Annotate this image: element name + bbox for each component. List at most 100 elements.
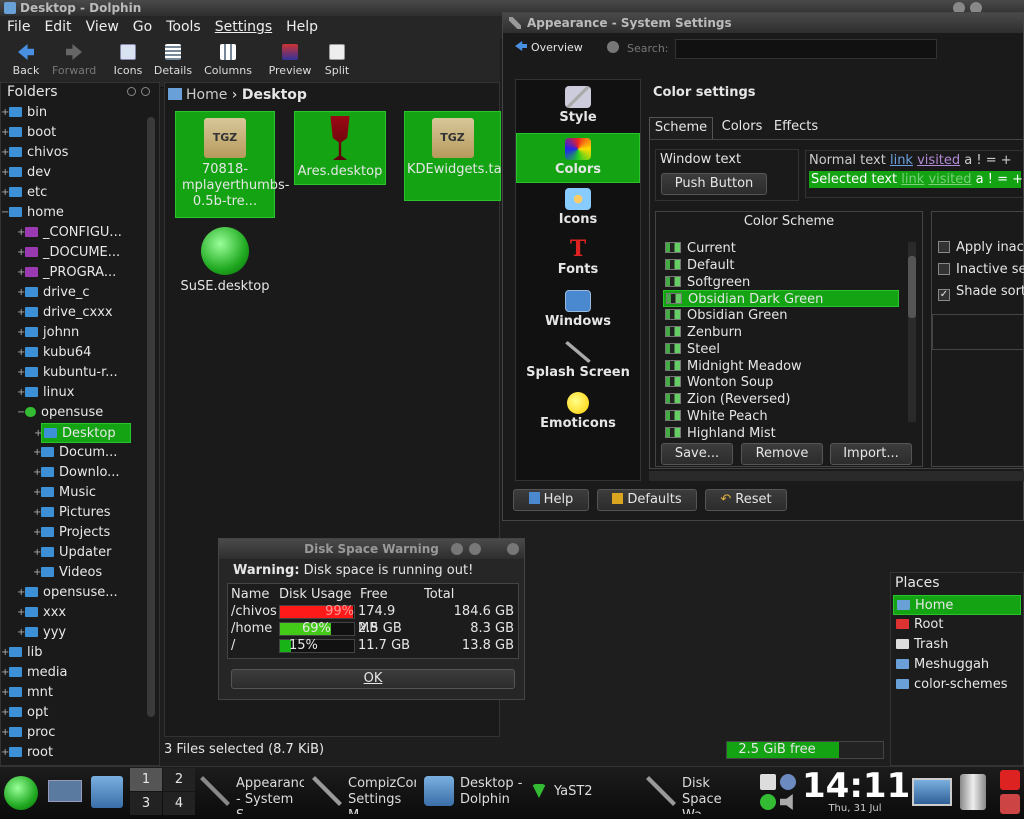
expand-icon[interactable]: +: [1, 743, 9, 763]
scheme-scrollbar[interactable]: [908, 242, 916, 422]
icons-view-button[interactable]: Icons: [110, 40, 146, 77]
expand-icon[interactable]: +: [17, 383, 25, 403]
tab-effects[interactable]: Effects: [769, 117, 823, 139]
expand-icon[interactable]: +: [1, 683, 9, 703]
tab-colors[interactable]: Colors: [717, 117, 767, 139]
shade-sorted-checkbox[interactable]: ✓ Shade sort: [938, 284, 1024, 301]
expand-icon[interactable]: +: [33, 563, 41, 583]
place-item[interactable]: Root: [893, 615, 943, 635]
expand-icon[interactable]: +: [1, 723, 9, 743]
search-input[interactable]: [675, 39, 937, 59]
scheme-item[interactable]: Current: [665, 240, 736, 257]
push-button-preview[interactable]: Push Button: [661, 173, 767, 195]
folder-tree-item[interactable]: + opensuse...: [17, 583, 118, 603]
tab-scheme[interactable]: Scheme: [649, 117, 713, 139]
columns-view-button[interactable]: Columns: [202, 40, 254, 77]
overview-button[interactable]: Overview: [515, 41, 583, 54]
folder-tree-item[interactable]: + xxx: [17, 603, 66, 623]
scheme-item[interactable]: Steel: [665, 341, 720, 358]
expand-icon[interactable]: +: [33, 443, 41, 463]
category-windows[interactable]: Windows: [516, 290, 640, 334]
logout-icon[interactable]: [1000, 794, 1020, 814]
folder-tree-item[interactable]: + chivos: [1, 143, 68, 163]
folder-tree-item[interactable]: + _DOCUME...: [17, 243, 120, 263]
category-style[interactable]: Style: [516, 86, 640, 130]
details-view-button[interactable]: Details: [152, 40, 194, 77]
expand-icon[interactable]: +: [33, 463, 41, 483]
network-icon[interactable]: [780, 774, 796, 790]
place-item[interactable]: Meshuggah: [893, 655, 989, 675]
preview-button[interactable]: Preview: [266, 40, 314, 77]
menu-go[interactable]: Go: [126, 16, 159, 38]
file-manager-icon[interactable]: [91, 776, 123, 808]
category-icons[interactable]: Icons: [516, 188, 640, 232]
menu-tools[interactable]: Tools: [159, 16, 208, 38]
expand-icon[interactable]: +: [17, 323, 25, 343]
back-button[interactable]: Back: [8, 40, 44, 77]
desktop-2[interactable]: 2: [163, 768, 195, 791]
clock[interactable]: 14:11: [802, 766, 910, 806]
expand-icon[interactable]: +: [17, 263, 25, 283]
remove-scheme-button[interactable]: Remove: [741, 443, 823, 465]
folder-tree-item[interactable]: + dev: [1, 163, 51, 183]
expand-icon[interactable]: +: [1, 103, 9, 123]
task-dolphin[interactable]: Desktop - Dolphin: [424, 772, 528, 814]
minimize-icon[interactable]: [469, 543, 481, 555]
task-compizconfig[interactable]: CompizConfig Settings M: [312, 772, 416, 814]
folder-tree-item[interactable]: + proc: [1, 723, 55, 743]
help-button[interactable]: Help: [513, 489, 589, 511]
file-item[interactable]: TGZ KDEwidgets.tar.gz: [404, 111, 525, 201]
folder-tree-item[interactable]: + johnn: [17, 323, 79, 343]
menu-file[interactable]: File: [0, 16, 37, 38]
desktop-3[interactable]: 3: [130, 792, 162, 815]
folders-scrollbar[interactable]: [147, 117, 155, 717]
task-yast[interactable]: YaST2: [532, 772, 632, 814]
forward-button[interactable]: Forward: [52, 40, 96, 77]
expand-icon[interactable]: +: [1, 643, 9, 663]
expand-icon[interactable]: +: [33, 543, 41, 563]
desktop-1[interactable]: 1: [130, 768, 162, 791]
panel-float-icon[interactable]: [127, 87, 136, 96]
file-item[interactable]: Ares.desktop: [294, 111, 386, 185]
folder-tree-item[interactable]: + Updater: [33, 543, 111, 563]
expand-icon[interactable]: +: [17, 283, 25, 303]
category-colors[interactable]: Colors: [516, 133, 640, 183]
category-fonts[interactable]: T Fonts: [516, 238, 640, 282]
trash-icon[interactable]: [960, 774, 986, 810]
expand-icon[interactable]: +: [1, 703, 9, 723]
expand-icon[interactable]: +: [1, 663, 9, 683]
folder-tree-item[interactable]: + linux: [17, 383, 74, 403]
inactive-selection-checkbox[interactable]: Inactive se: [938, 262, 1024, 277]
folder-tree-item[interactable]: + media: [1, 663, 68, 683]
expand-icon[interactable]: +: [1, 183, 9, 203]
reset-button[interactable]: ↶ Reset: [705, 489, 787, 511]
expand-icon[interactable]: +: [17, 603, 25, 623]
scheme-item[interactable]: Midnight Meadow: [665, 358, 802, 375]
save-scheme-button[interactable]: Save...: [661, 443, 733, 465]
folder-tree-item[interactable]: − opensuse: [17, 403, 103, 423]
folder-tree-item[interactable]: + Videos: [33, 563, 102, 583]
folder-tree-item[interactable]: + boot: [1, 123, 56, 143]
import-scheme-button[interactable]: Import...: [830, 443, 912, 465]
expand-icon[interactable]: +: [33, 523, 41, 543]
folder-tree-item[interactable]: + bin: [1, 103, 47, 123]
menu-settings[interactable]: Settings: [208, 16, 279, 38]
split-button[interactable]: Split: [320, 40, 354, 77]
folder-tree-item[interactable]: − home: [1, 203, 64, 223]
apply-inactive-checkbox[interactable]: Apply inact: [938, 240, 1024, 255]
folder-tree-item[interactable]: + drive_c: [17, 283, 90, 303]
disk-warning-titlebar[interactable]: Disk Space Warning: [219, 539, 524, 559]
settings-titlebar[interactable]: Appearance - System Settings: [503, 13, 1023, 33]
show-desktop-icon[interactable]: [48, 780, 82, 802]
horizontal-scrollbar[interactable]: [649, 471, 1024, 481]
expand-icon[interactable]: +: [1, 143, 9, 163]
folder-tree-item[interactable]: + etc: [1, 183, 47, 203]
folder-tree-item[interactable]: + Pictures: [33, 503, 110, 523]
clipboard-icon[interactable]: [760, 774, 776, 790]
place-item[interactable]: Home: [893, 595, 1021, 615]
folder-tree-item[interactable]: + _CONFIGU...: [17, 223, 122, 243]
scheme-item[interactable]: Obsidian Green: [665, 307, 787, 324]
category-emoticons[interactable]: Emoticons: [516, 392, 640, 436]
place-item[interactable]: color-schemes: [893, 675, 1007, 695]
folder-tree-item[interactable]: + Projects: [33, 523, 110, 543]
